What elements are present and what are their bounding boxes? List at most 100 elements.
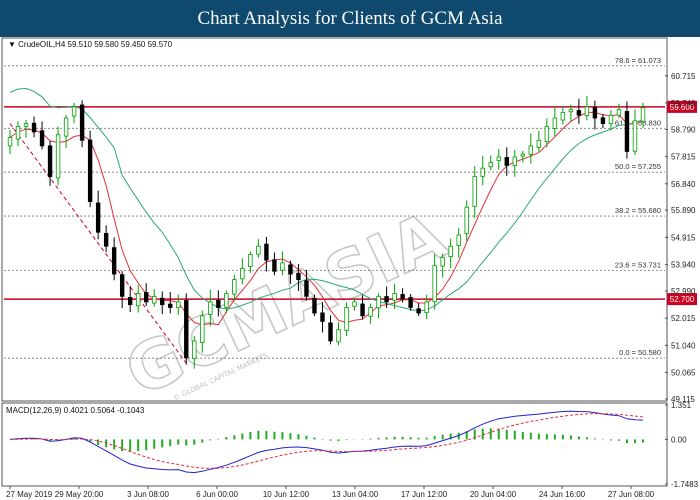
candle-body <box>480 167 485 177</box>
candle-body <box>95 202 101 233</box>
sr-price-label: 52.700 <box>670 295 695 304</box>
candle-body <box>600 117 606 124</box>
price-panel[interactable] <box>1 37 668 402</box>
candle-body <box>248 254 253 267</box>
macd-tick-label: -1.7483 <box>671 480 699 489</box>
macd-info-label: MACD(12,26,9) 0.4021 0.5064 -0.1043 <box>6 406 145 415</box>
price-info-label: ▼ CrudeOIL,H4 59.510 59.580 59.450 59.57… <box>8 40 173 49</box>
price-tick-label: 59.740 <box>671 99 696 108</box>
time-tick-label: 10 Jun 12:00 <box>263 490 310 499</box>
price-tick-label: 51.040 <box>671 341 696 350</box>
candle-body <box>111 247 117 275</box>
candle-body <box>384 296 389 303</box>
candle-body <box>200 315 205 343</box>
candle-body <box>368 307 373 317</box>
candle-body <box>7 137 13 147</box>
fib-label: 38.2 = 55.680 <box>615 206 661 215</box>
price-tick-label: 58.790 <box>671 125 696 134</box>
candle-body <box>624 111 630 152</box>
candle-body <box>160 297 165 306</box>
candle-body <box>280 262 285 271</box>
macd-tick-label: 0.00 <box>671 435 687 444</box>
candle-body <box>208 301 213 315</box>
candle-body <box>632 120 638 152</box>
candle-body <box>504 157 509 166</box>
candle-body <box>592 107 598 119</box>
time-tick-label: 6 Jun 00:00 <box>196 490 238 499</box>
candle-body <box>448 245 453 258</box>
candle-body <box>320 312 325 322</box>
candle-body <box>103 232 109 247</box>
candle-body <box>552 117 558 129</box>
price-tick-label: 52.990 <box>671 287 696 296</box>
price-tick-label: 54.915 <box>671 233 696 242</box>
time-tick-label: 27 May 2019 <box>6 490 53 499</box>
price-tick-label: 53.940 <box>671 261 696 270</box>
candle-body <box>616 109 622 116</box>
time-tick-label: 24 Jun 16:00 <box>539 490 586 499</box>
candle-body <box>360 303 365 317</box>
price-tick-label: 56.840 <box>671 180 696 189</box>
macd-tick-label: 1.351 <box>671 401 692 410</box>
candle-body <box>408 297 413 308</box>
candle-body <box>176 301 181 309</box>
candle-body <box>328 322 333 342</box>
candle-body <box>576 110 582 116</box>
candle-body <box>240 268 245 280</box>
candle-body <box>640 107 646 122</box>
candle-body <box>224 293 229 308</box>
price-tick-label: 50.065 <box>671 369 696 378</box>
time-tick-label: 17 Jun 12:00 <box>401 490 448 499</box>
candle-body <box>608 114 614 125</box>
candle-body <box>304 280 309 297</box>
candle-body <box>264 243 269 261</box>
candle-body <box>568 109 574 113</box>
price-tick-label: 60.715 <box>671 72 696 81</box>
price-tick-label: 52.015 <box>671 314 696 323</box>
candle-body <box>272 259 277 272</box>
time-tick-label: 13 Jun 04:00 <box>332 490 379 499</box>
candle-body <box>31 122 37 133</box>
candle-body <box>512 156 517 166</box>
time-tick-label: 27 Jun 08:00 <box>608 490 655 499</box>
chart-area[interactable]: GCMASIA © GLOBAL CAPITAL MARKETS 78.6 = … <box>0 37 700 500</box>
price-tick-label: 57.815 <box>671 153 696 162</box>
candle-body <box>584 106 590 117</box>
candle-body <box>288 264 293 275</box>
candle-body <box>456 234 461 246</box>
candle-body <box>296 272 301 281</box>
fib-label: 50.0 = 57.255 <box>615 162 661 171</box>
candle-body <box>55 134 61 179</box>
page-title: Chart Analysis for Clients of GCM Asia <box>0 0 700 37</box>
candle-body <box>312 297 317 314</box>
time-tick-label: 20 Jun 04:00 <box>470 490 517 499</box>
candle-body <box>528 145 534 155</box>
candle-body <box>344 307 349 331</box>
candle-body <box>488 162 493 168</box>
candle-body <box>127 297 133 306</box>
fib-label: 23.6 = 53.731 <box>615 260 661 269</box>
candle-body <box>15 125 21 140</box>
candle-body <box>232 279 237 295</box>
time-tick-label: 3 Jun 08:00 <box>127 490 169 499</box>
candle-body <box>23 123 29 127</box>
candle-body <box>424 301 429 314</box>
candle-body <box>256 245 261 255</box>
candle-body <box>152 295 157 304</box>
candle-body <box>440 256 445 267</box>
candle-body <box>39 130 45 147</box>
candle-body <box>63 117 69 137</box>
candle-body <box>416 308 421 314</box>
fib-label: 78.6 = 61.073 <box>615 56 661 65</box>
candle-body <box>400 294 405 300</box>
candle-body <box>520 153 525 157</box>
candle-body <box>392 293 397 301</box>
fib-label: 0.0 = 50.580 <box>619 348 661 357</box>
candle-body <box>464 206 469 234</box>
candle-body <box>352 301 357 307</box>
candle-body <box>544 125 550 142</box>
candle-body <box>168 303 173 308</box>
candle-body <box>119 274 125 297</box>
candle-body <box>71 106 77 117</box>
candle-body <box>184 300 189 359</box>
